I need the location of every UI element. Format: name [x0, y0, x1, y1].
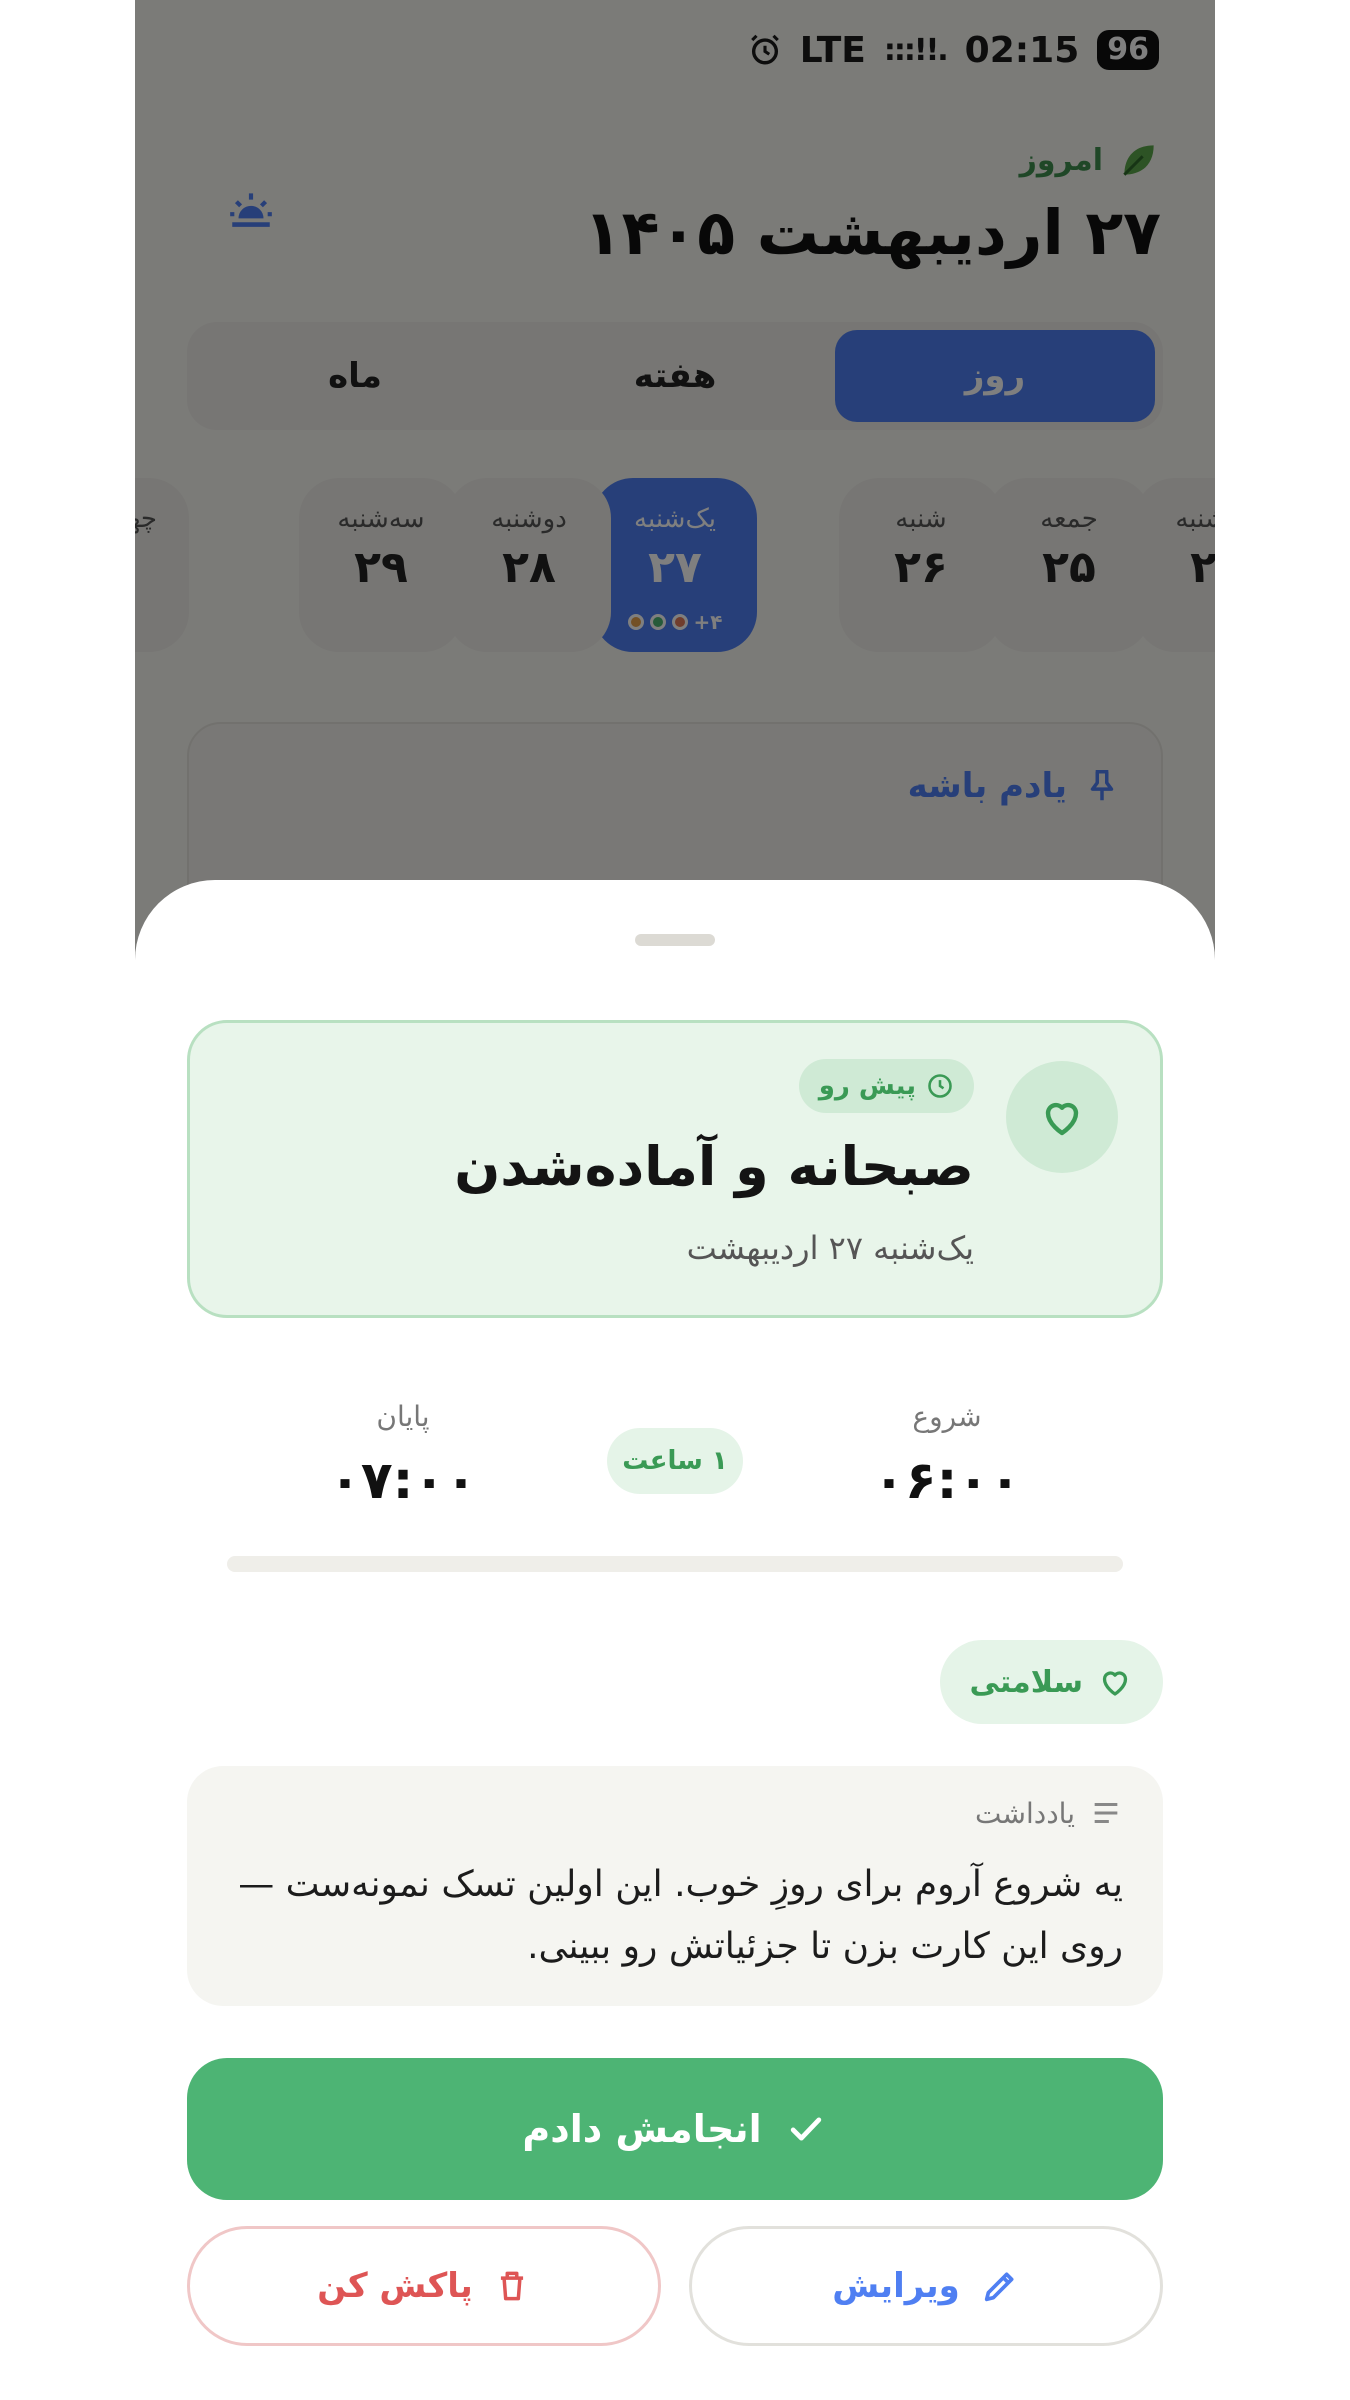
- edit-label: ویرایش: [832, 2266, 960, 2306]
- start-time: ۰۶:۰۰: [873, 1451, 1021, 1511]
- mark-done-button[interactable]: انجامش دادم: [187, 2058, 1163, 2200]
- task-card: پیش رو صبحانه و آماده‌شدن یک‌شنبه ۲۷ ارد…: [187, 1020, 1163, 1318]
- duration-badge: ۱ ساعت: [607, 1428, 743, 1494]
- favorite-button[interactable]: [1006, 1061, 1118, 1173]
- end-time: ۰۷:۰۰: [329, 1451, 477, 1511]
- stage: LTE :::!!. 02:15 96 امروز ۲۷ اردیبهشت ۱۴…: [0, 0, 1350, 2400]
- delete-button[interactable]: پاکش کن: [187, 2226, 661, 2346]
- phone-screen: LTE :::!!. 02:15 96 امروز ۲۷ اردیبهشت ۱۴…: [135, 0, 1215, 2400]
- task-title: صبحانه و آماده‌شدن: [454, 1135, 974, 1198]
- heart-icon: [1045, 1102, 1079, 1136]
- note-label: یادداشت: [975, 1796, 1075, 1830]
- category-label: سلامتی: [969, 1664, 1083, 1700]
- start-label: شروع: [912, 1400, 982, 1433]
- status-badge: پیش رو: [798, 1059, 974, 1113]
- trash-icon: [500, 2271, 523, 2301]
- end-label: پایان: [376, 1400, 430, 1433]
- edit-button[interactable]: ویرایش: [689, 2226, 1163, 2346]
- status-badge-label: پیش رو: [818, 1071, 916, 1101]
- notes-lines-icon: [1094, 1802, 1118, 1824]
- mark-done-label: انجامش دادم: [522, 2107, 762, 2151]
- time-progress-bar: [227, 1556, 1123, 1572]
- end-time-block: پایان ۰۷:۰۰: [273, 1400, 533, 1511]
- start-time-block: شروع ۰۶:۰۰: [817, 1400, 1077, 1511]
- category-chip[interactable]: سلامتی: [939, 1640, 1163, 1724]
- delete-label: پاکش کن: [317, 2266, 473, 2306]
- note-text: یه شروع آروم برای روزِ خوب. این اولین تس…: [238, 1864, 1123, 1967]
- note-header: یادداشت: [975, 1796, 1123, 1830]
- check-icon: [790, 2117, 821, 2141]
- task-detail-sheet: پیش رو صبحانه و آماده‌شدن یک‌شنبه ۲۷ ارد…: [135, 880, 1215, 2400]
- pencil-icon: [984, 2272, 1014, 2302]
- clock-icon: [928, 1074, 952, 1098]
- sheet-drag-handle[interactable]: [635, 934, 715, 946]
- note-card: یادداشت یه شروع آروم برای روزِ خوب. این …: [187, 1766, 1163, 2006]
- task-date: یک‌شنبه ۲۷ اردیبهشت: [686, 1229, 974, 1267]
- heart-icon: [1102, 1671, 1128, 1696]
